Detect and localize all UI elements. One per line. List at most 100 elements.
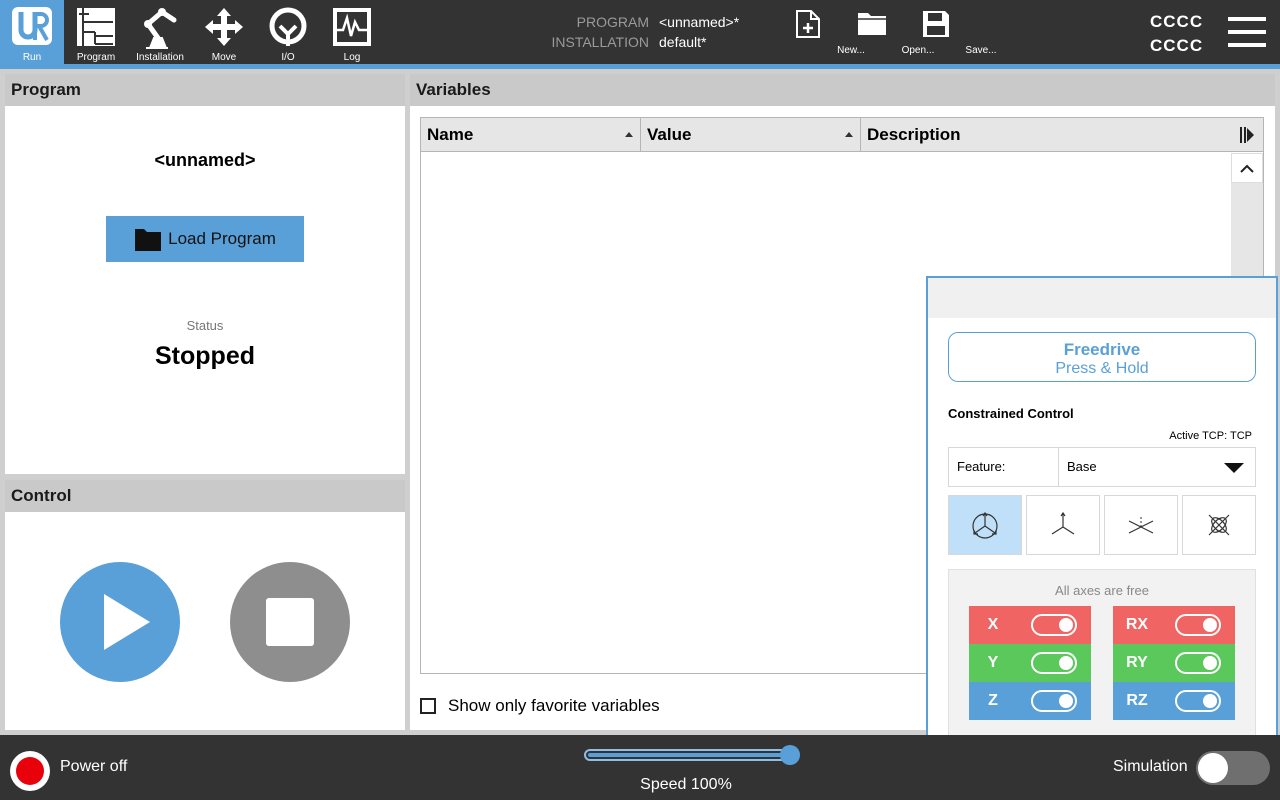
column-header-value[interactable]: Value bbox=[641, 118, 861, 152]
axis-y-toggle[interactable]: Y bbox=[969, 644, 1091, 682]
topbar-accent-line bbox=[0, 64, 1280, 69]
column-description-label: Description bbox=[867, 125, 961, 144]
control-panel: Control bbox=[5, 480, 405, 730]
axis-z-label: Z bbox=[988, 692, 998, 709]
speed-label: Speed 100% bbox=[640, 776, 732, 793]
axis-rx-toggle[interactable]: RX bbox=[1113, 606, 1235, 644]
simulation-label: Simulation bbox=[1113, 758, 1188, 775]
play-icon bbox=[104, 594, 150, 650]
hamburger-menu-icon[interactable] bbox=[1228, 16, 1266, 48]
tab-io-label: I/O bbox=[281, 52, 295, 63]
column-header-name[interactable]: Name bbox=[421, 118, 641, 152]
translate-axes-icon bbox=[1051, 511, 1075, 535]
mode-free-button[interactable] bbox=[948, 495, 1022, 555]
user-label: CCCC CCCC bbox=[1150, 10, 1203, 58]
simulation-toggle-knob bbox=[1198, 753, 1228, 783]
axis-rx-switch[interactable] bbox=[1175, 614, 1221, 636]
user-line-1: CCCC bbox=[1150, 12, 1204, 31]
axes-status: All axes are free bbox=[1055, 583, 1149, 598]
axis-x-toggle[interactable]: X bbox=[969, 606, 1091, 644]
installation-key: INSTALLATION bbox=[551, 34, 649, 50]
power-button[interactable] bbox=[10, 751, 50, 791]
new-file-icon bbox=[796, 10, 820, 38]
scroll-up-button[interactable] bbox=[1231, 153, 1263, 183]
axis-ry-label: RY bbox=[1126, 654, 1148, 671]
favorite-checkbox[interactable] bbox=[420, 698, 436, 714]
freedrive-popup: Freedrive Press & Hold Constrained Contr… bbox=[926, 276, 1278, 755]
tab-installation-label: Installation bbox=[136, 52, 184, 63]
rotate-only-icon bbox=[1208, 514, 1230, 536]
ur-logo-icon bbox=[12, 7, 52, 45]
program-panel-title: Program bbox=[5, 74, 405, 106]
freedrive-subtitle: Press & Hold bbox=[1055, 360, 1149, 377]
power-status-icon bbox=[16, 757, 44, 785]
axis-y-label: Y bbox=[987, 654, 999, 671]
open-button[interactable]: Open... bbox=[842, 0, 934, 64]
log-icon bbox=[333, 8, 371, 46]
stop-button[interactable] bbox=[230, 562, 350, 682]
program-name: <unnamed> bbox=[154, 150, 256, 170]
new-button[interactable]: New... bbox=[778, 0, 865, 64]
program-value: <unnamed>* bbox=[659, 14, 740, 30]
mode-plane-button[interactable] bbox=[1104, 495, 1178, 555]
tab-log[interactable]: Log bbox=[320, 0, 384, 64]
freedrive-popup-header[interactable] bbox=[928, 278, 1276, 318]
axis-ry-toggle[interactable]: RY bbox=[1113, 644, 1235, 682]
tab-io[interactable]: I/O bbox=[256, 0, 320, 64]
tab-move-label: Move bbox=[211, 52, 237, 63]
io-icon bbox=[269, 7, 307, 46]
tab-installation[interactable]: Installation bbox=[128, 0, 192, 64]
constraint-mode-buttons bbox=[948, 495, 1256, 555]
program-key: PROGRAM bbox=[576, 14, 649, 30]
tab-run-label: Run bbox=[22, 52, 42, 63]
favorite-filter[interactable]: Show only favorite variables bbox=[420, 696, 660, 716]
save-button[interactable]: Save... bbox=[906, 0, 997, 64]
control-panel-title: Control bbox=[5, 480, 405, 512]
play-button[interactable] bbox=[60, 562, 180, 682]
sort-up-icon bbox=[625, 132, 633, 137]
collapse-column-icon[interactable] bbox=[1239, 126, 1255, 144]
move-arrows-icon bbox=[205, 8, 243, 46]
axis-rz-switch[interactable] bbox=[1175, 690, 1221, 712]
chevron-up-icon bbox=[1240, 164, 1254, 173]
feature-label: Feature: bbox=[949, 448, 1059, 486]
speed-slider-fill bbox=[588, 753, 792, 757]
axis-z-toggle[interactable]: Z bbox=[969, 682, 1091, 720]
power-label: Power off bbox=[60, 758, 128, 775]
user-line-2: CCCC bbox=[1150, 36, 1204, 55]
free-rotation-icon bbox=[972, 511, 998, 539]
top-bar: Run Program Installation Move I/O Log PR… bbox=[0, 0, 1280, 64]
mode-translate-button[interactable] bbox=[1026, 495, 1100, 555]
constrained-control-label: Constrained Control bbox=[948, 406, 1074, 421]
stop-icon bbox=[266, 598, 314, 646]
column-name-label: Name bbox=[427, 125, 474, 144]
tab-move[interactable]: Move bbox=[192, 0, 256, 64]
feature-dropdown[interactable]: Base bbox=[1059, 448, 1255, 486]
freedrive-button[interactable]: Freedrive Press & Hold bbox=[948, 332, 1256, 382]
axis-z-switch[interactable] bbox=[1031, 690, 1077, 712]
tab-program[interactable]: Program bbox=[64, 0, 128, 64]
axes-box: All axes are free X Y Z RX RY RZ bbox=[948, 569, 1256, 739]
folder-icon bbox=[135, 229, 162, 251]
axis-y-switch[interactable] bbox=[1031, 652, 1077, 674]
speed-slider-handle[interactable] bbox=[780, 745, 800, 765]
status-value: Stopped bbox=[155, 342, 255, 370]
active-tcp: Active TCP: TCP bbox=[1169, 430, 1252, 442]
axis-x-switch[interactable] bbox=[1031, 614, 1077, 636]
load-program-button[interactable]: Load Program bbox=[106, 216, 304, 262]
feature-selector: Feature: Base bbox=[948, 447, 1256, 487]
favorite-label: Show only favorite variables bbox=[448, 696, 660, 715]
active-tcp-label: Active TCP: bbox=[1169, 430, 1228, 442]
mode-rotate-button[interactable] bbox=[1182, 495, 1256, 555]
tab-run[interactable]: Run bbox=[0, 0, 64, 64]
column-header-description[interactable]: Description bbox=[861, 118, 1263, 152]
dropdown-caret-icon bbox=[1224, 463, 1244, 473]
active-tcp-value: TCP bbox=[1230, 430, 1252, 442]
freedrive-title: Freedrive bbox=[1063, 340, 1141, 359]
axis-rz-toggle[interactable]: RZ bbox=[1113, 682, 1235, 720]
speed-slider[interactable] bbox=[584, 749, 796, 761]
axis-ry-switch[interactable] bbox=[1175, 652, 1221, 674]
column-value-label: Value bbox=[647, 125, 692, 144]
variables-table-header: Name Value Description bbox=[421, 118, 1263, 152]
simulation-toggle[interactable] bbox=[1196, 751, 1270, 785]
